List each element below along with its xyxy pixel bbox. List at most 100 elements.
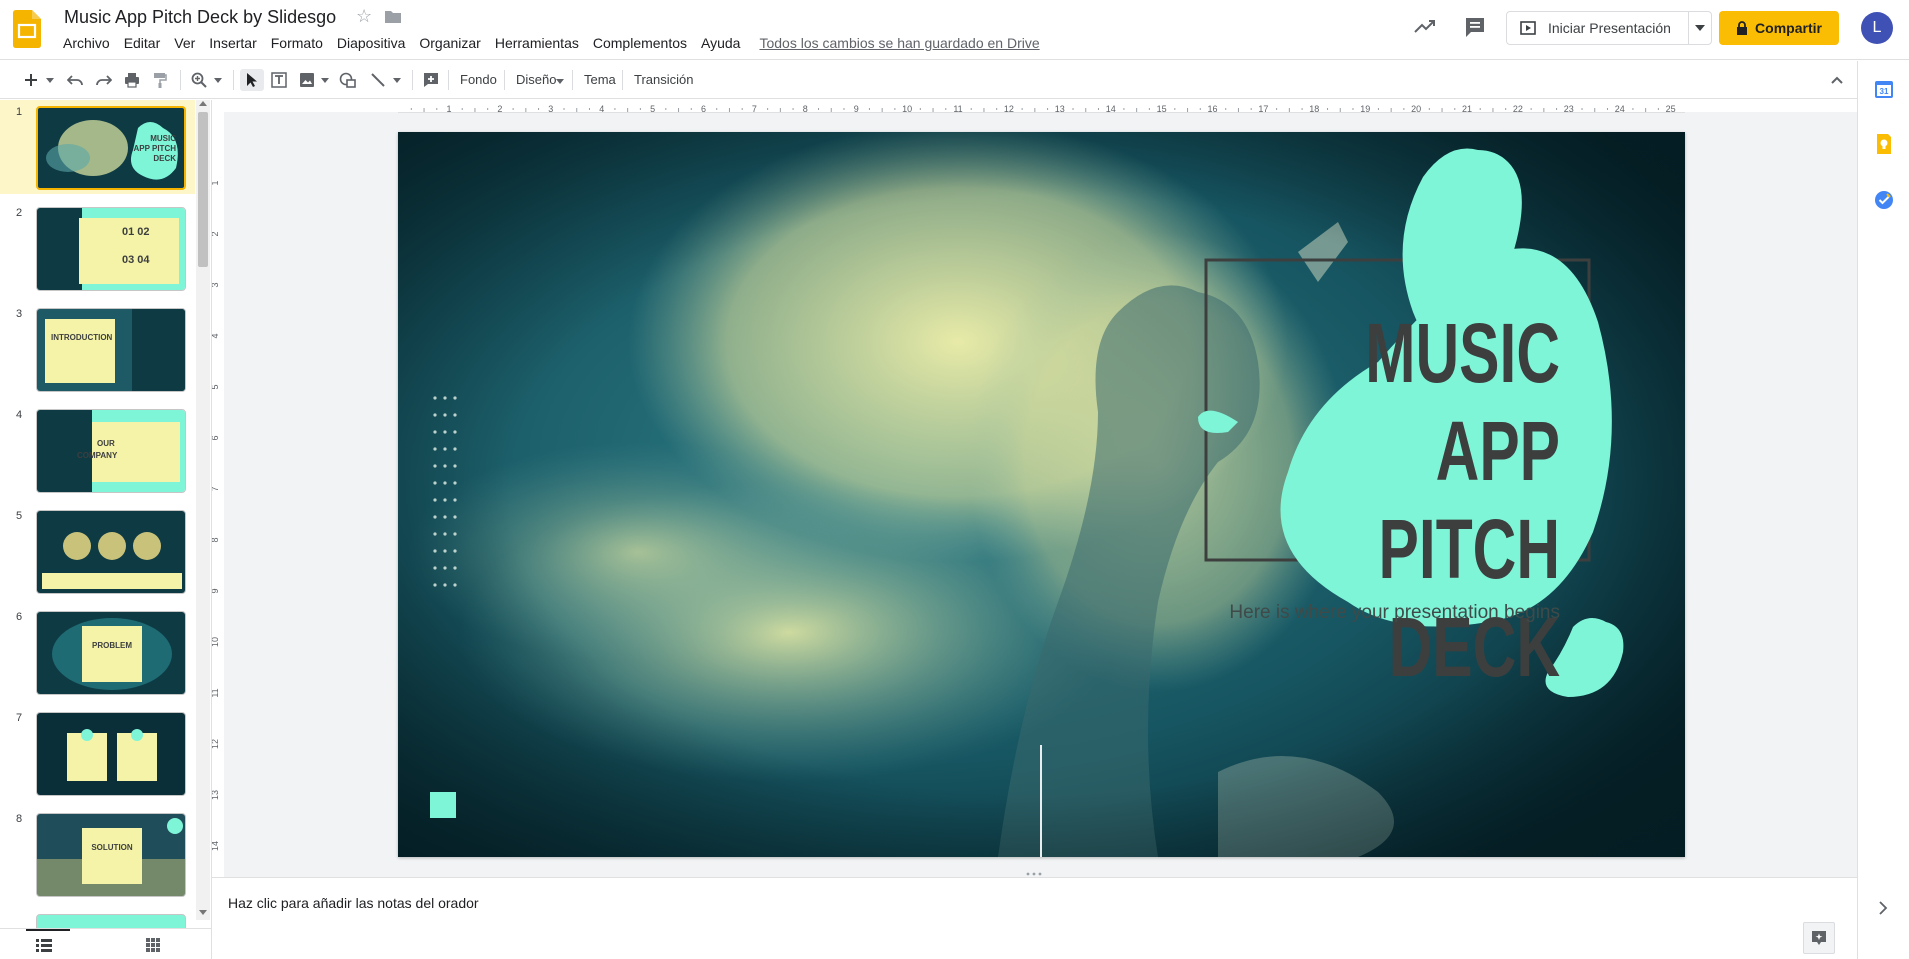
menu-complementos[interactable]: Complementos bbox=[586, 33, 694, 53]
slide-subtitle[interactable]: Here is where your presentation begins bbox=[1180, 602, 1560, 624]
comments-icon[interactable] bbox=[1462, 14, 1488, 40]
slide-thumbnail-row[interactable]: 4 OUR COMPANY bbox=[0, 403, 195, 497]
current-slide[interactable]: MUSIC APP PITCH DECK Here is where your … bbox=[398, 132, 1685, 857]
present-button[interactable]: Iniciar Presentación bbox=[1506, 11, 1712, 45]
slide-thumbnail-row[interactable]: 2 01 02 03 04 bbox=[0, 201, 195, 295]
scroll-down-icon[interactable] bbox=[199, 910, 207, 916]
filmstrip-scrollbar[interactable] bbox=[196, 100, 210, 920]
undo-button[interactable] bbox=[64, 69, 86, 91]
resize-handle-icon[interactable] bbox=[1024, 871, 1044, 877]
account-avatar[interactable]: L bbox=[1861, 12, 1893, 44]
caret-down-icon[interactable] bbox=[556, 79, 564, 84]
paint-format-button[interactable] bbox=[149, 69, 171, 91]
zoom-button[interactable] bbox=[188, 69, 210, 91]
text-box-button[interactable] bbox=[268, 69, 290, 91]
ruler-minor-tick bbox=[970, 108, 972, 110]
slide-thumbnail-row[interactable]: 8 SOLUTION bbox=[0, 807, 195, 901]
speaker-notes-input[interactable]: Haz clic para añadir las notas del orado… bbox=[228, 895, 479, 911]
menu-editar[interactable]: Editar bbox=[117, 33, 168, 53]
slide-thumbnail-row[interactable]: 3 INTRODUCTION bbox=[0, 302, 195, 396]
print-button[interactable] bbox=[121, 69, 143, 91]
line-button[interactable] bbox=[367, 69, 389, 91]
menu-diapositiva[interactable]: Diapositiva bbox=[330, 33, 412, 53]
ruler-tick-label: 3 bbox=[212, 282, 220, 287]
present-main-button[interactable]: Iniciar Presentación bbox=[1507, 12, 1689, 44]
background-button[interactable]: Fondo bbox=[460, 72, 497, 87]
slide-thumbnail[interactable]: MUSIC APP PITCH DECK bbox=[36, 106, 186, 190]
slide-thumbnail[interactable] bbox=[36, 712, 186, 796]
speaker-notes: Haz clic para añadir las notas del orado… bbox=[212, 872, 1857, 959]
menu-formato[interactable]: Formato bbox=[264, 33, 330, 53]
shape-button[interactable] bbox=[337, 69, 359, 91]
menu-organizar[interactable]: Organizar bbox=[412, 33, 487, 53]
svg-text:DECK: DECK bbox=[153, 154, 176, 163]
vertical-ruler[interactable]: 1234567891011121314 bbox=[210, 132, 224, 859]
undo-icon bbox=[67, 75, 83, 86]
slide-thumbnail[interactable]: PROBLEM bbox=[36, 611, 186, 695]
ruler-minor-tick bbox=[792, 108, 794, 110]
slide-thumbnail-row[interactable]: 5 bbox=[0, 504, 195, 598]
theme-button[interactable]: Tema bbox=[584, 72, 616, 87]
slides-logo-icon[interactable] bbox=[13, 10, 41, 48]
slide-thumbnail[interactable]: 01 02 03 04 bbox=[36, 207, 186, 291]
slide-number: 4 bbox=[16, 409, 23, 421]
slide-thumbnail[interactable]: INTRODUCTION bbox=[36, 308, 186, 392]
line-dropdown[interactable] bbox=[391, 69, 403, 91]
slide-thumbnail-row[interactable] bbox=[0, 908, 195, 930]
explore-button[interactable] bbox=[1803, 922, 1835, 954]
horizontal-ruler[interactable]: 1 2 3 4 5 6 7 8 9 10 11 12 13 14 15 16 17 18 19 20 21 22 23 24 2… bbox=[398, 101, 1685, 114]
slide-title[interactable]: MUSIC APP PITCH DECK bbox=[1258, 304, 1560, 696]
ruler-minor-tick bbox=[1428, 108, 1430, 110]
document-title[interactable]: Music App Pitch Deck by Slidesgo bbox=[64, 7, 336, 28]
ruler-minor-tick bbox=[1441, 108, 1443, 112]
present-dropdown-button[interactable] bbox=[1689, 12, 1711, 44]
slide-thumbnail[interactable] bbox=[36, 510, 186, 594]
slide-number: 5 bbox=[16, 510, 23, 522]
slide-thumbnail-row[interactable]: 6 PROBLEM bbox=[0, 605, 195, 699]
slide-thumbnail-preview: SOLUTION bbox=[37, 814, 185, 896]
new-slide-button[interactable] bbox=[20, 69, 42, 91]
scrollbar-thumb[interactable] bbox=[198, 112, 208, 267]
ruler-minor-tick bbox=[525, 108, 527, 112]
expand-panel-icon[interactable] bbox=[1878, 901, 1888, 915]
filmstrip-view-icon[interactable] bbox=[36, 938, 52, 952]
slide-thumbnail-row[interactable]: 1 MUSIC APP PITCH DECK bbox=[0, 100, 195, 194]
keep-icon[interactable] bbox=[1873, 133, 1895, 155]
menu-ver[interactable]: Ver bbox=[167, 33, 202, 53]
collapse-toolbar-button[interactable] bbox=[1826, 69, 1848, 91]
print-icon bbox=[125, 73, 139, 88]
menu-archivo[interactable]: Archivo bbox=[56, 33, 117, 53]
slide-thumbnail[interactable]: SOLUTION bbox=[36, 813, 186, 897]
activity-trend-icon[interactable] bbox=[1412, 14, 1438, 40]
lock-icon bbox=[1737, 21, 1748, 35]
star-icon[interactable]: ☆ bbox=[356, 6, 372, 27]
ruler-minor-tick bbox=[1047, 108, 1049, 110]
transition-button[interactable]: Transición bbox=[634, 72, 693, 87]
ruler-minor-tick bbox=[767, 108, 769, 110]
new-slide-dropdown[interactable] bbox=[44, 69, 56, 91]
add-comment-button[interactable] bbox=[420, 69, 442, 91]
insert-image-button[interactable] bbox=[296, 69, 318, 91]
zoom-dropdown[interactable] bbox=[212, 69, 224, 91]
grid-view-icon[interactable] bbox=[146, 938, 160, 952]
tasks-icon[interactable] bbox=[1873, 189, 1895, 211]
select-tool-button[interactable] bbox=[240, 69, 264, 91]
scroll-up-icon[interactable] bbox=[199, 100, 207, 106]
slide-filmstrip: 1 MUSIC APP PITCH DECK 2 01 02 03 04 3 I… bbox=[0, 100, 212, 930]
ruler-tick-label: 11 bbox=[212, 688, 220, 697]
ruler-tick-label: 23 bbox=[1564, 104, 1574, 114]
layout-button[interactable]: Diseño bbox=[516, 72, 556, 87]
menu-ayuda[interactable]: Ayuda bbox=[694, 33, 747, 53]
insert-image-dropdown[interactable] bbox=[319, 69, 331, 91]
saved-status-link[interactable]: Todos los cambios se han guardado en Dri… bbox=[759, 33, 1039, 53]
share-button[interactable]: Compartir bbox=[1719, 11, 1839, 45]
slide-thumbnail[interactable]: OUR COMPANY bbox=[36, 409, 186, 493]
ruler-tick-label: 3 bbox=[548, 104, 553, 114]
redo-button[interactable] bbox=[93, 69, 115, 91]
menu-herramientas[interactable]: Herramientas bbox=[488, 33, 586, 53]
folder-icon[interactable] bbox=[384, 9, 402, 25]
ruler-tick-label: 10 bbox=[212, 637, 220, 647]
slide-thumbnail-row[interactable]: 7 bbox=[0, 706, 195, 800]
calendar-icon[interactable]: 31 bbox=[1873, 78, 1895, 100]
menu-insertar[interactable]: Insertar bbox=[202, 33, 263, 53]
